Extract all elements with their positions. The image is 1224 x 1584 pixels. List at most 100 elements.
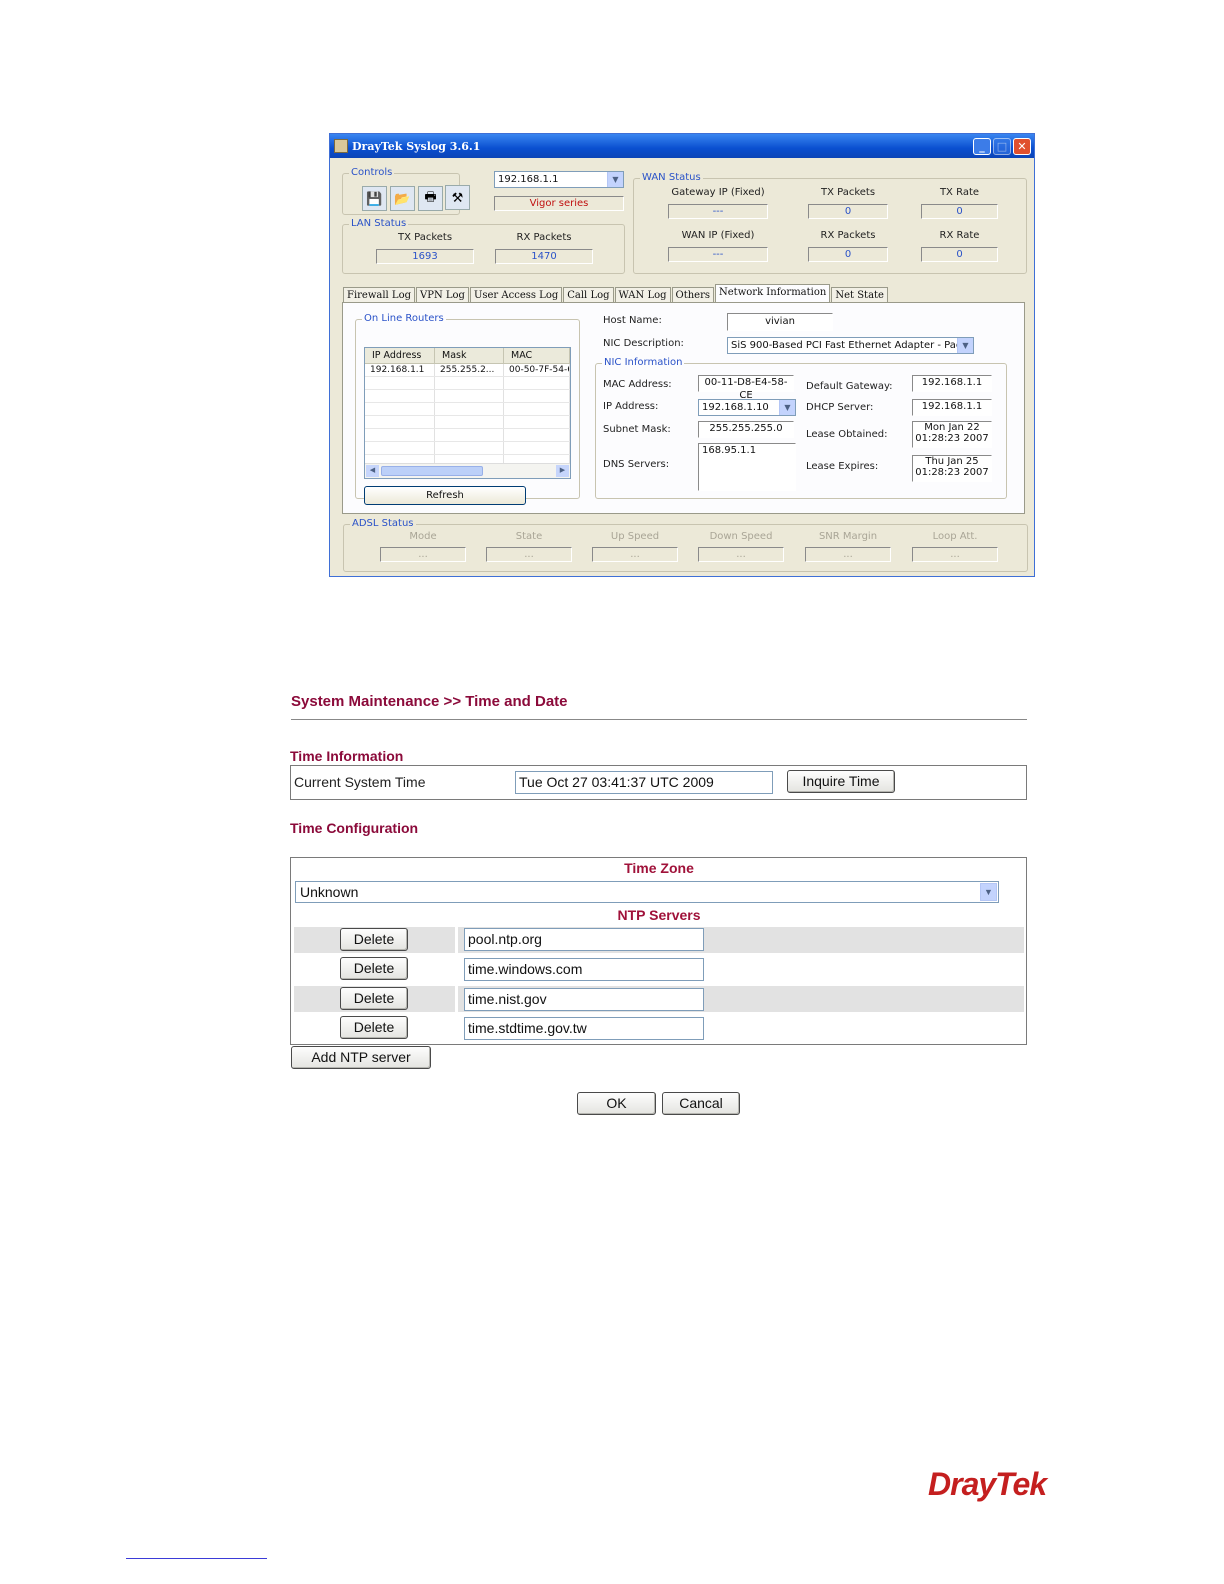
close-icon[interactable]: ✕ bbox=[1013, 137, 1031, 155]
chevron-down-icon[interactable]: ▼ bbox=[779, 400, 795, 415]
router-ip-select[interactable]: 192.168.1.1 ▼ bbox=[494, 171, 624, 188]
ntp-server-field[interactable]: time.stdtime.gov.tw bbox=[464, 1017, 704, 1040]
ip-address-select[interactable]: 192.168.1.10 ▼ bbox=[698, 399, 796, 416]
lan-tx-label: TX Packets bbox=[397, 232, 453, 243]
host-name-field[interactable]: vivian bbox=[727, 313, 833, 331]
maximize-icon: □ bbox=[993, 137, 1011, 155]
title-bar[interactable]: DrayTek Syslog 3.6.1 _ □ ✕ bbox=[330, 134, 1034, 158]
lease-expires-date: Thu Jan 25 bbox=[925, 456, 979, 467]
lease-obtained-date: Mon Jan 22 bbox=[924, 422, 980, 433]
tab-user-access-log[interactable]: User Access Log bbox=[469, 287, 563, 303]
delete-button[interactable]: Delete bbox=[340, 987, 408, 1010]
minimize-icon[interactable]: _ bbox=[973, 137, 991, 155]
router-mask: 255.255.2... bbox=[435, 364, 504, 376]
adsl-mode-value: ... bbox=[380, 547, 466, 562]
scroll-left-icon[interactable]: ◀ bbox=[366, 465, 379, 477]
tab-wan-log[interactable]: WAN Log bbox=[614, 287, 671, 303]
tab-vpn-log[interactable]: VPN Log bbox=[416, 287, 469, 303]
lease-expires-field: Thu Jan 25 01:28:23 2007 bbox=[912, 455, 992, 482]
print-icon[interactable]: 🖶 bbox=[418, 186, 443, 211]
log-tabs: Firewall Log VPN Log User Access Log Cal… bbox=[343, 284, 889, 303]
subnet-mask-label: Subnet Mask: bbox=[603, 424, 671, 435]
cell-divider bbox=[455, 927, 458, 953]
scroll-thumb[interactable] bbox=[381, 466, 483, 476]
lan-rx-label: RX Packets bbox=[516, 232, 572, 243]
wan-status-label: WAN Status bbox=[640, 172, 703, 183]
adsl-snr-margin-value: ... bbox=[805, 547, 891, 562]
ntp-server-field[interactable]: time.nist.gov bbox=[464, 988, 704, 1011]
column-mac[interactable]: MAC bbox=[504, 348, 570, 363]
default-gateway-label: Default Gateway: bbox=[806, 381, 893, 392]
open-folder-icon[interactable]: 📂 bbox=[390, 186, 415, 211]
lease-expires-time: 01:28:23 2007 bbox=[915, 467, 989, 478]
gateway-ip-value: --- bbox=[668, 204, 768, 219]
dns-servers-label: DNS Servers: bbox=[603, 459, 670, 470]
ip-address-value: 192.168.1.10 bbox=[702, 402, 769, 413]
empty-row bbox=[365, 403, 570, 416]
tools-icon[interactable]: ⚒ bbox=[445, 185, 470, 210]
time-configuration-title: Time Configuration bbox=[290, 820, 419, 836]
scroll-right-icon[interactable]: ▶ bbox=[556, 465, 569, 477]
wan-rx-packets-value: 0 bbox=[808, 247, 888, 262]
draytek-logo: DrayTek bbox=[928, 1466, 1047, 1502]
chevron-down-icon[interactable]: ▼ bbox=[607, 172, 623, 187]
delete-button[interactable]: Delete bbox=[340, 928, 408, 951]
empty-row bbox=[365, 442, 570, 455]
online-routers-list[interactable]: IP Address Mask MAC 192.168.1.1 255.255.… bbox=[364, 347, 571, 479]
current-system-time-label: Current System Time bbox=[294, 774, 426, 790]
wan-ip-label: WAN IP (Fixed) bbox=[681, 230, 755, 241]
time-zone-value: Unknown bbox=[300, 884, 359, 900]
adsl-down-speed-value: ... bbox=[698, 547, 784, 562]
refresh-button[interactable]: Refresh bbox=[364, 486, 526, 505]
tab-others[interactable]: Others bbox=[671, 287, 715, 303]
tab-network-information[interactable]: Network Information bbox=[715, 284, 831, 303]
controls-label: Controls bbox=[349, 167, 395, 178]
inquire-time-button[interactable]: Inquire Time bbox=[787, 770, 895, 793]
nic-description-select[interactable]: SiS 900-Based PCI Fast Ethernet Adapter … bbox=[727, 337, 974, 354]
ok-button[interactable]: OK bbox=[577, 1092, 656, 1115]
current-system-time-field[interactable]: Tue Oct 27 03:41:37 UTC 2009 bbox=[515, 771, 773, 794]
tab-firewall-log[interactable]: Firewall Log bbox=[343, 287, 415, 303]
delete-button[interactable]: Delete bbox=[340, 1016, 408, 1039]
wan-tx-packets-label: TX Packets bbox=[820, 187, 876, 198]
column-ip-address[interactable]: IP Address bbox=[365, 348, 435, 363]
tx-rate-label: TX Rate bbox=[939, 187, 980, 198]
delete-button[interactable]: Delete bbox=[340, 957, 408, 980]
ntp-server-field[interactable]: time.windows.com bbox=[464, 958, 704, 981]
list-item[interactable]: 192.168.1.1 255.255.2... 00-50-7F-54-6 bbox=[365, 364, 570, 377]
ntp-servers-header: NTP Servers bbox=[617, 907, 701, 923]
wan-tx-packets-value: 0 bbox=[808, 204, 888, 219]
tab-call-log[interactable]: Call Log bbox=[563, 287, 614, 303]
adsl-down-speed-label: Down Speed bbox=[709, 531, 773, 542]
router-mac: 00-50-7F-54-6 bbox=[504, 364, 570, 376]
empty-row bbox=[365, 390, 570, 403]
ntp-server-field[interactable]: pool.ntp.org bbox=[464, 928, 704, 951]
lease-obtained-label: Lease Obtained: bbox=[806, 429, 888, 440]
dhcp-server-field: 192.168.1.1 bbox=[912, 399, 992, 416]
adsl-loop-att-label: Loop Att. bbox=[932, 531, 978, 542]
chevron-down-icon[interactable]: ▼ bbox=[957, 338, 973, 353]
empty-row bbox=[365, 416, 570, 429]
add-ntp-server-button[interactable]: Add NTP server bbox=[291, 1046, 431, 1069]
adsl-up-speed-value: ... bbox=[592, 547, 678, 562]
nic-information-label: NIC Information bbox=[602, 357, 685, 368]
column-mask[interactable]: Mask bbox=[435, 348, 504, 363]
page-title: System Maintenance >> Time and Date bbox=[291, 693, 568, 710]
rx-rate-value: 0 bbox=[921, 247, 998, 262]
time-zone-header: Time Zone bbox=[624, 860, 694, 876]
cancel-button[interactable]: Cancal bbox=[662, 1092, 740, 1115]
default-gateway-field: 192.168.1.1 bbox=[912, 375, 992, 392]
chevron-down-icon[interactable]: ▼ bbox=[980, 883, 997, 901]
series-display: Vigor series bbox=[494, 196, 624, 211]
time-zone-select[interactable]: Unknown ▼ bbox=[295, 881, 999, 903]
cell-divider bbox=[455, 986, 458, 1012]
window-title: DrayTek Syslog 3.6.1 bbox=[352, 139, 481, 153]
horizontal-scrollbar[interactable]: ◀ ▶ bbox=[365, 463, 570, 478]
subnet-mask-field: 255.255.255.0 bbox=[698, 421, 794, 438]
tab-net-state[interactable]: Net State bbox=[831, 287, 888, 303]
lan-tx-value: 1693 bbox=[376, 249, 474, 264]
dns-servers-field: 168.95.1.1 bbox=[698, 443, 796, 491]
title-divider bbox=[291, 719, 1027, 720]
gateway-ip-label: Gateway IP (Fixed) bbox=[671, 187, 765, 198]
save-icon[interactable]: 💾 bbox=[362, 186, 387, 211]
